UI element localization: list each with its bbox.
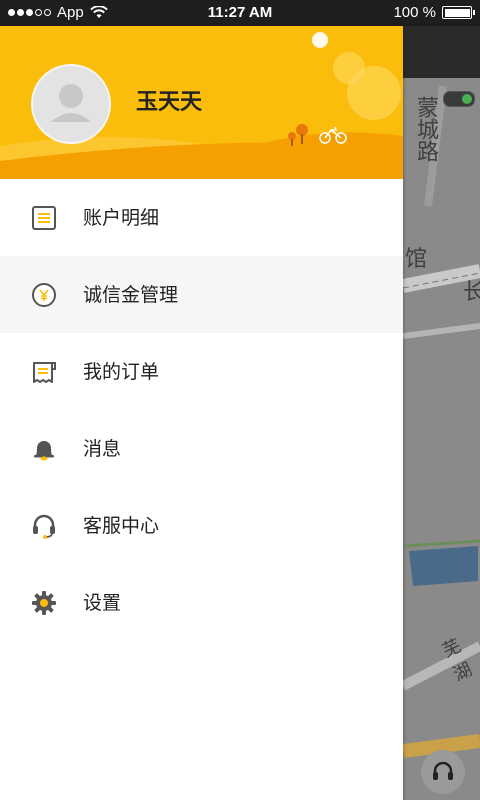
map-place-label: 馆 — [405, 247, 428, 272]
menu-item-label: 消息 — [83, 438, 122, 460]
menu-item-label: 诚信金管理 — [83, 284, 179, 306]
username[interactable]: 玉天天 — [136, 84, 202, 116]
account-details-icon — [32, 206, 56, 230]
menu-item-label: 客服中心 — [83, 515, 160, 537]
menu-item-label: 设置 — [83, 592, 122, 614]
customer-service-button[interactable] — [421, 750, 465, 794]
menu-item-my-orders[interactable]: 我的订单 — [0, 333, 403, 410]
status-bar-right: 100 % — [393, 4, 475, 21]
drawer-header: 玉天天 — [0, 26, 403, 179]
menu-item-settings[interactable]: 设置 — [0, 564, 403, 641]
menu-item-account-details[interactable]: 账户明细 — [0, 179, 403, 256]
map-road-label: 蒙城路 — [413, 96, 438, 162]
bell-icon — [34, 441, 54, 461]
map-road-label-2: 长 — [463, 280, 480, 305]
map-toggle[interactable] — [443, 91, 475, 107]
navigation-drawer: 玉天天 账户明细 诚信金管理 我的订单 消息 客服中心 设置 — [0, 26, 403, 800]
user-avatar[interactable] — [31, 64, 111, 144]
status-bar: App 11:27 AM 100 % — [0, 0, 480, 26]
menu-item-deposit-management[interactable]: 诚信金管理 — [0, 256, 403, 333]
menu-item-messages[interactable]: 消息 — [0, 410, 403, 487]
battery-icon — [442, 6, 475, 19]
menu-item-label: 我的订单 — [83, 361, 160, 383]
drawer-menu: 账户明细 诚信金管理 我的订单 消息 客服中心 设置 — [0, 179, 403, 641]
headset-icon — [433, 761, 453, 780]
map-view[interactable]: 蒙城路 馆 长 芜湖 — [403, 26, 480, 800]
gear-icon — [32, 591, 56, 615]
receipt-icon — [33, 362, 56, 383]
yuan-coin-icon — [32, 283, 56, 307]
headset-icon — [33, 514, 55, 539]
battery-percent: 100 % — [393, 4, 436, 21]
menu-item-customer-service[interactable]: 客服中心 — [0, 487, 403, 564]
menu-item-label: 账户明细 — [83, 207, 160, 229]
avatar-placeholder-icon — [51, 84, 91, 122]
